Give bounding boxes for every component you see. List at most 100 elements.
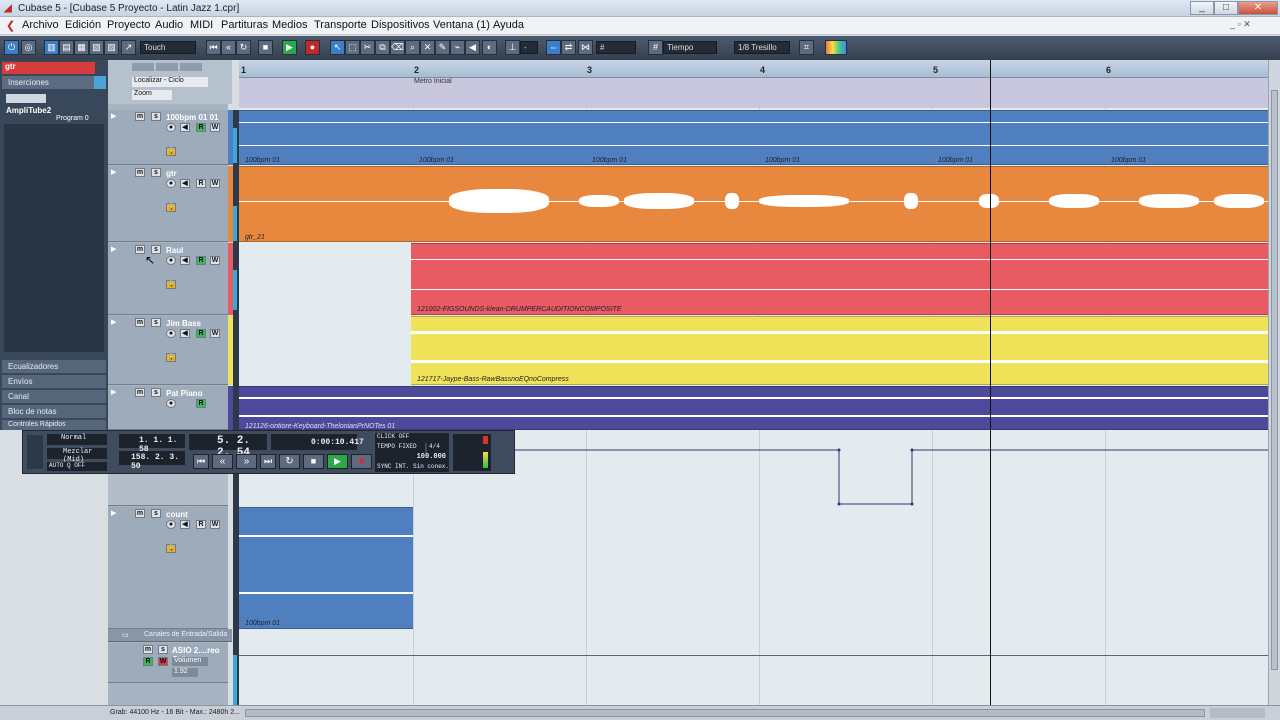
stop-icon[interactable]: ■ — [258, 40, 273, 55]
snap-grid-select[interactable]: # — [596, 41, 636, 54]
solo-button[interactable]: s — [151, 318, 161, 327]
solo-button[interactable]: s — [151, 388, 161, 397]
time-warp-tool-icon[interactable]: ⌁ — [450, 40, 465, 55]
automation-lane-header[interactable] — [108, 474, 228, 506]
object-select-tool-icon[interactable]: ↖ — [330, 40, 345, 55]
show-overview-icon[interactable]: ▦ — [74, 40, 89, 55]
zoom-tool-icon[interactable]: ⌕ — [405, 40, 420, 55]
record-enable-icon[interactable]: ● — [166, 256, 176, 265]
mute-button[interactable]: m — [135, 168, 145, 177]
inspector-section-quick-controls[interactable]: Controles Rápidos — [2, 420, 106, 430]
insert-plugin-name[interactable]: AmpliTube2 — [6, 106, 51, 115]
read-automation-button[interactable]: R — [196, 256, 206, 265]
expand-track-icon[interactable]: ▶ — [111, 168, 116, 176]
mute-button[interactable]: m — [135, 112, 145, 121]
mute-button[interactable]: m — [135, 245, 145, 254]
marker-track[interactable]: Metro Inicial — [239, 78, 1268, 108]
read-automation-button[interactable]: R — [196, 520, 206, 529]
monitor-icon[interactable]: ◀ — [180, 179, 190, 188]
time-signature-display[interactable]: 4/4 — [427, 443, 449, 453]
marker-label[interactable]: Metro Inicial — [414, 78, 452, 85]
automation-mode-icon[interactable]: ↗ — [121, 40, 136, 55]
inspector-track-name[interactable]: gtr — [2, 62, 95, 74]
record-mode-select[interactable]: Normal — [47, 434, 107, 445]
project-cursor[interactable] — [990, 60, 991, 705]
menu-audio[interactable]: Audio — [155, 19, 183, 31]
solo-button[interactable]: s — [151, 509, 161, 518]
menu-transporte[interactable]: Transporte — [314, 19, 367, 31]
activate-project-button[interactable]: ⏻ — [4, 40, 19, 55]
track-name[interactable]: count — [166, 510, 188, 519]
cycle-button[interactable]: ↻ — [279, 454, 300, 469]
expand-track-icon[interactable]: ▶ — [111, 245, 116, 253]
automation-mode-select[interactable]: Touch — [140, 41, 196, 54]
zoom-select[interactable]: Zoom — [132, 90, 172, 100]
split-tool-icon[interactable]: ✂ — [360, 40, 375, 55]
go-to-end-button[interactable]: ⏭ — [260, 454, 276, 469]
expand-track-icon[interactable]: ▶ — [111, 112, 116, 120]
io-channel-header[interactable]: m s ASIO 2....reo Out R W Volumen 1.92 — [108, 643, 228, 683]
volume-value[interactable]: 1.92 — [172, 668, 198, 677]
color-palette-icon[interactable] — [825, 40, 847, 55]
monitor-icon[interactable]: ◀ — [180, 123, 190, 132]
record-enable-icon[interactable]: ● — [166, 399, 176, 408]
read-automation-button[interactable]: R — [143, 657, 153, 666]
track-name[interactable]: gtr — [166, 169, 177, 178]
read-automation-button[interactable]: R — [196, 329, 206, 338]
track-name[interactable]: 100bpm 01 01 — [166, 113, 218, 122]
inserts-bypass-icon[interactable] — [94, 76, 106, 89]
click-toggle[interactable]: CLICK OFF — [375, 433, 449, 443]
track-header-1[interactable]: ▶ m s 100bpm 01 01 ● ◀ R W 🔒 — [108, 110, 228, 165]
io-folder-header[interactable]: ▭ Canales de Entrada/Salida — [108, 629, 232, 642]
snap-on-off-icon[interactable]: ⋈ — [578, 40, 593, 55]
track-zoom-filter-icon[interactable] — [180, 63, 202, 71]
cycle-icon[interactable]: ↻ — [236, 40, 251, 55]
track-header-4[interactable]: ▶ m s Jim Bass ● ◀ R W 🔒 — [108, 316, 228, 385]
locate-cycle-select[interactable]: Localizar - Ciclo — [132, 77, 208, 87]
read-automation-button[interactable]: R — [196, 179, 206, 188]
write-automation-button[interactable]: W — [210, 123, 220, 132]
inspector-section-sends[interactable]: Envíos — [2, 375, 106, 388]
auto-quantize-toggle[interactable]: AUTO Q OFF — [47, 462, 107, 471]
nudge-select[interactable]: - — [520, 41, 538, 54]
menu-medios[interactable]: Medios — [272, 19, 307, 31]
grid-icon[interactable]: # — [648, 40, 663, 55]
lock-icon[interactable]: 🔒 — [166, 280, 176, 289]
range-select-tool-icon[interactable]: ⬚ — [345, 40, 360, 55]
write-automation-button[interactable]: W — [210, 520, 220, 529]
mute-button[interactable]: m — [135, 509, 145, 518]
solo-button[interactable]: s — [151, 168, 161, 177]
inspector-section-eq[interactable]: Ecualizadores — [2, 360, 106, 373]
lock-icon[interactable]: 🔒 — [166, 353, 176, 362]
record-icon[interactable]: ● — [305, 40, 320, 55]
mute-button[interactable]: m — [135, 388, 145, 397]
cycle-record-mode-select[interactable]: Mezclar (Mid) — [47, 448, 107, 464]
expand-track-icon[interactable]: ▶ — [111, 318, 116, 326]
menu-ventana[interactable]: Ventana (1) — [433, 19, 490, 31]
fast-forward-button[interactable]: » — [236, 454, 257, 469]
track-header-2[interactable]: ▶ m s gtr ● ◀ R W 🔒 — [108, 166, 228, 242]
timeline-ruler[interactable]: 1 2 3 4 5 6 — [239, 60, 1268, 78]
doc-window-controls-icon[interactable]: _ ▫ ✕ — [1230, 19, 1251, 30]
close-button[interactable]: ✕ — [1238, 1, 1278, 15]
lock-icon[interactable]: 🔒 — [166, 544, 176, 553]
solo-button[interactable]: s — [158, 645, 168, 654]
track-name[interactable]: Raul — [166, 246, 183, 255]
read-automation-button[interactable]: R — [196, 123, 206, 132]
zoom-slider[interactable] — [1210, 708, 1265, 718]
write-automation-button[interactable]: W — [210, 256, 220, 265]
tempo-display[interactable]: 100.000 — [375, 453, 449, 463]
minimize-button[interactable]: _ — [1190, 1, 1214, 15]
primary-time-display[interactable]: 5. 2. 2. 54 — [189, 434, 267, 459]
play-button[interactable]: ▶ — [327, 454, 348, 469]
lock-icon[interactable]: 🔒 — [166, 147, 176, 156]
track-display-filter-icon[interactable] — [156, 63, 178, 71]
record-enable-icon[interactable]: ● — [166, 123, 176, 132]
expand-track-icon[interactable]: ▶ — [111, 388, 116, 396]
show-infoline-icon[interactable]: ▤ — [59, 40, 74, 55]
left-locator-display[interactable]: 1. 1. 1. 58 — [119, 434, 185, 454]
right-locator-display[interactable]: 158. 2. 3. 50 — [119, 451, 185, 471]
menu-dispositivos[interactable]: Dispositivos — [371, 19, 430, 31]
menu-ayuda[interactable]: Ayuda — [493, 19, 524, 31]
glue-tool-icon[interactable]: ⧉ — [375, 40, 390, 55]
